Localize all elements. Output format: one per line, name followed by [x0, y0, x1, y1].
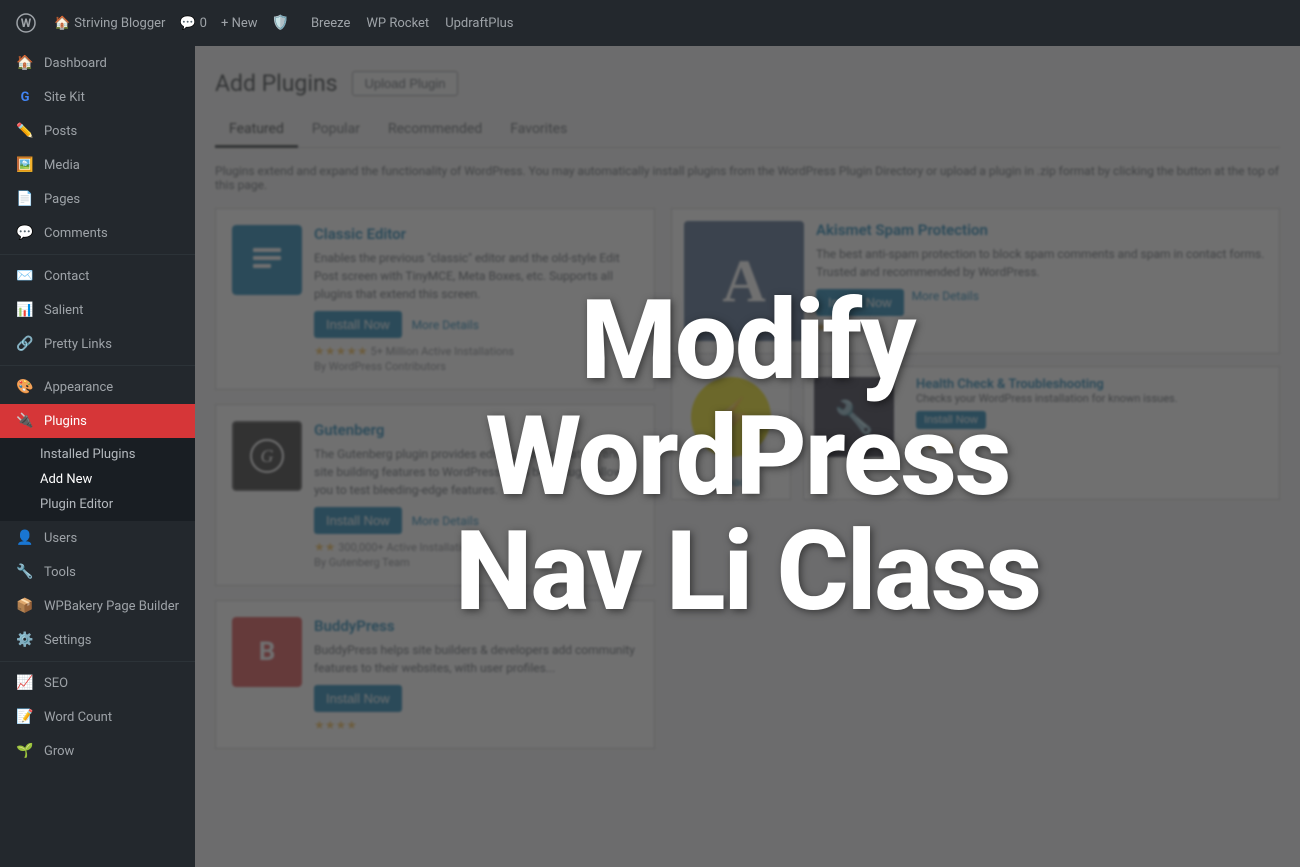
sidebar-item-appearance[interactable]: 🎨 Appearance [0, 370, 195, 404]
settings-icon: ⚙️ [16, 631, 34, 649]
svg-text:W: W [21, 16, 32, 30]
sidebar-item-sitekit[interactable]: G Site Kit [0, 80, 195, 114]
sidebar-item-posts[interactable]: ✏️ Posts [0, 114, 195, 148]
overlay: ModifyWordPressNav Li Class [195, 46, 1300, 867]
dashboard-icon: 🏠 [16, 54, 34, 72]
sidebar-item-dashboard[interactable]: 🏠 Dashboard [0, 46, 195, 80]
admin-sidebar: 🏠 Dashboard G Site Kit ✏️ Posts 🖼️ Media… [0, 46, 195, 867]
comments-icon: 💬 [179, 16, 195, 31]
contact-icon: ✉️ [16, 267, 34, 285]
home-icon: 🏠 [54, 16, 70, 31]
sitekit-icon: G [16, 88, 34, 106]
submenu-plugin-editor[interactable]: Plugin Editor [0, 492, 195, 517]
adminbar-shield[interactable]: 🛡️ [272, 15, 289, 31]
sidebar-item-word-count[interactable]: 📝 Word Count [0, 700, 195, 734]
sidebar-item-pages[interactable]: 📄 Pages [0, 182, 195, 216]
plugins-icon: 🔌 [16, 412, 34, 430]
users-icon: 👤 [16, 529, 34, 547]
comments-icon: 💬 [16, 224, 34, 242]
sidebar-item-settings[interactable]: ⚙️ Settings [0, 623, 195, 657]
salient-icon: 📊 [16, 301, 34, 319]
submenu-add-new[interactable]: Add New [0, 467, 195, 492]
wp-admin-layout: 🏠 Dashboard G Site Kit ✏️ Posts 🖼️ Media… [0, 46, 1300, 867]
appearance-icon: 🎨 [16, 378, 34, 396]
sidebar-item-contact[interactable]: ✉️ Contact [0, 259, 195, 293]
adminbar-new[interactable]: + New [221, 16, 258, 31]
tools-icon: 🔧 [16, 563, 34, 581]
sidebar-item-seo[interactable]: 📈 SEO [0, 666, 195, 700]
plugins-submenu: Installed Plugins Add New Plugin Editor [0, 438, 195, 521]
pretty-links-icon: 🔗 [16, 335, 34, 353]
sidebar-item-pretty-links[interactable]: 🔗 Pretty Links [0, 327, 195, 361]
menu-separator-3 [0, 661, 195, 662]
pages-icon: 📄 [16, 190, 34, 208]
adminbar-wprocket[interactable]: WP Rocket [366, 16, 429, 31]
sidebar-item-users[interactable]: 👤 Users [0, 521, 195, 555]
grow-icon: 🌱 [16, 742, 34, 760]
menu-separator-2 [0, 365, 195, 366]
sidebar-item-tools[interactable]: 🔧 Tools [0, 555, 195, 589]
word-count-icon: 📝 [16, 708, 34, 726]
adminbar-comments[interactable]: 💬 0 [179, 16, 207, 31]
sidebar-item-comments[interactable]: 💬 Comments [0, 216, 195, 250]
adminbar-breeze[interactable]: Breeze [311, 16, 350, 31]
sidebar-item-wpbakery[interactable]: 📦 WPBakery Page Builder [0, 589, 195, 623]
sidebar-item-media[interactable]: 🖼️ Media [0, 148, 195, 182]
main-content: Add Plugins Upload Plugin Featured Popul… [195, 46, 1300, 867]
submenu-installed-plugins[interactable]: Installed Plugins [0, 442, 195, 467]
sidebar-item-plugins[interactable]: 🔌 Plugins [0, 404, 195, 438]
adminbar-site[interactable]: 🏠 Striving Blogger [54, 16, 165, 31]
admin-bar: W 🏠 Striving Blogger 💬 0 + New 🛡️ Breeze… [0, 0, 1300, 46]
sidebar-item-grow[interactable]: 🌱 Grow [0, 734, 195, 768]
overlay-title: ModifyWordPressNav Li Class [455, 283, 1040, 630]
media-icon: 🖼️ [16, 156, 34, 174]
sidebar-item-salient[interactable]: 📊 Salient [0, 293, 195, 327]
wpbakery-icon: 📦 [16, 597, 34, 615]
wp-logo: W [12, 9, 40, 37]
seo-icon: 📈 [16, 674, 34, 692]
posts-icon: ✏️ [16, 122, 34, 140]
adminbar-plugins: Breeze WP Rocket UpdraftPlus [311, 16, 514, 31]
adminbar-updraftplus[interactable]: UpdraftPlus [445, 16, 513, 31]
menu-separator-1 [0, 254, 195, 255]
